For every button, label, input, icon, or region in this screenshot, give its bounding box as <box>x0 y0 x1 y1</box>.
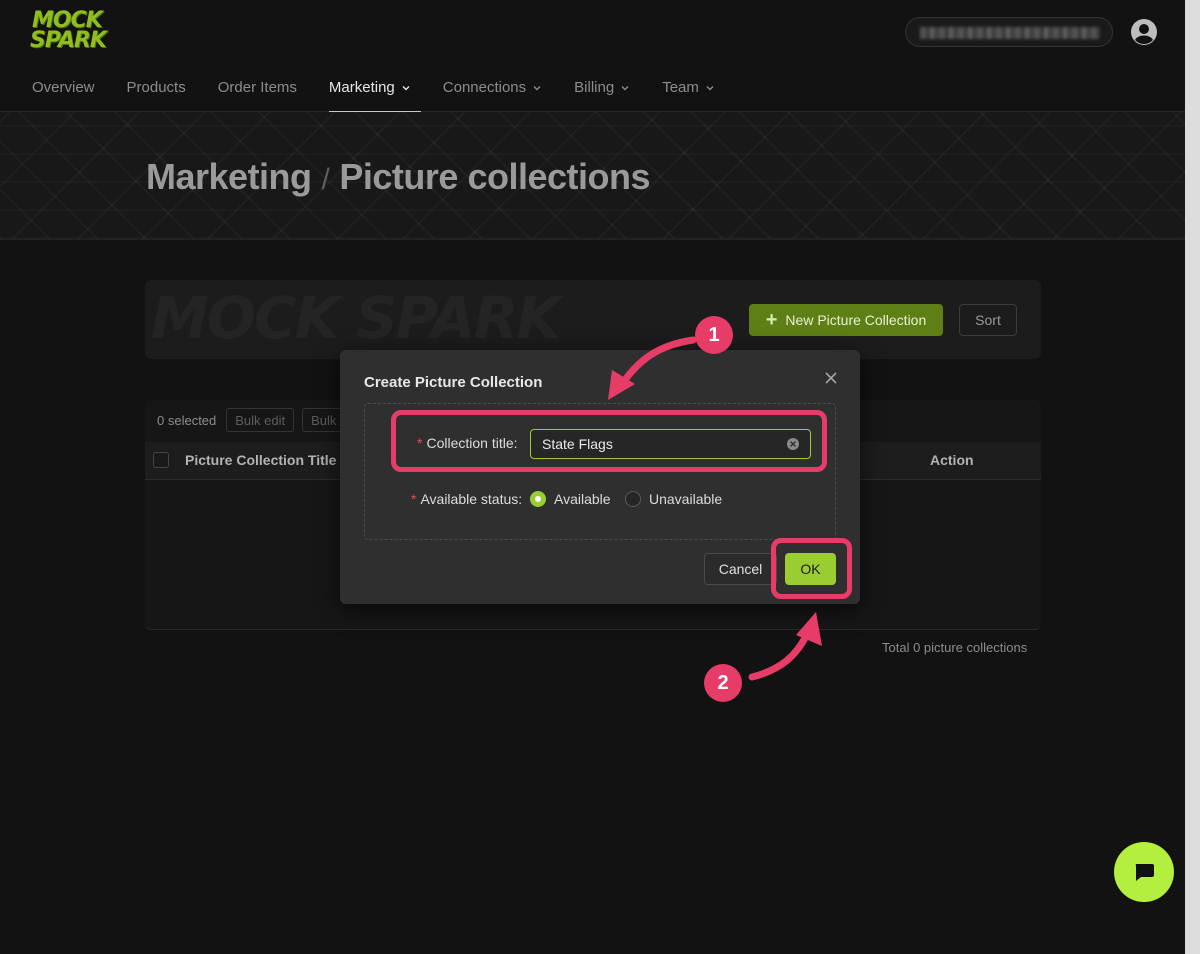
cancel-button[interactable]: Cancel <box>704 553 777 585</box>
label-colon: : <box>513 435 518 451</box>
status-available-label[interactable]: Available <box>554 491 611 507</box>
required-mark: * <box>417 435 423 451</box>
required-mark: * <box>411 491 417 507</box>
status-available-radio[interactable] <box>530 491 546 507</box>
collection-title-label-text: Collection title <box>426 435 514 451</box>
available-status-label-text: Available status <box>420 491 519 507</box>
dialog-form <box>364 403 836 540</box>
ok-button[interactable]: OK <box>785 553 836 585</box>
page-scrollbar[interactable] <box>1185 0 1200 954</box>
available-status-label: * Available status: <box>411 491 522 507</box>
close-icon[interactable] <box>823 370 839 386</box>
collection-title-input[interactable] <box>530 429 811 459</box>
clear-input-icon[interactable] <box>786 437 800 451</box>
label-colon: : <box>518 491 523 507</box>
status-unavailable-radio[interactable] <box>625 491 641 507</box>
dialog-title: Create Picture Collection <box>364 374 543 391</box>
collection-title-label: * Collection title: <box>417 435 518 451</box>
status-unavailable-label[interactable]: Unavailable <box>649 491 722 507</box>
step-badge-1: 1 <box>695 316 733 354</box>
app-window: MOCK SPARK Overview Products Order Items… <box>0 0 1185 954</box>
create-collection-dialog: Create Picture Collection * Collection ti… <box>340 350 860 604</box>
chat-bubble-icon <box>1135 864 1154 881</box>
step-badge-2: 2 <box>704 664 742 702</box>
chat-button[interactable] <box>1114 842 1174 902</box>
